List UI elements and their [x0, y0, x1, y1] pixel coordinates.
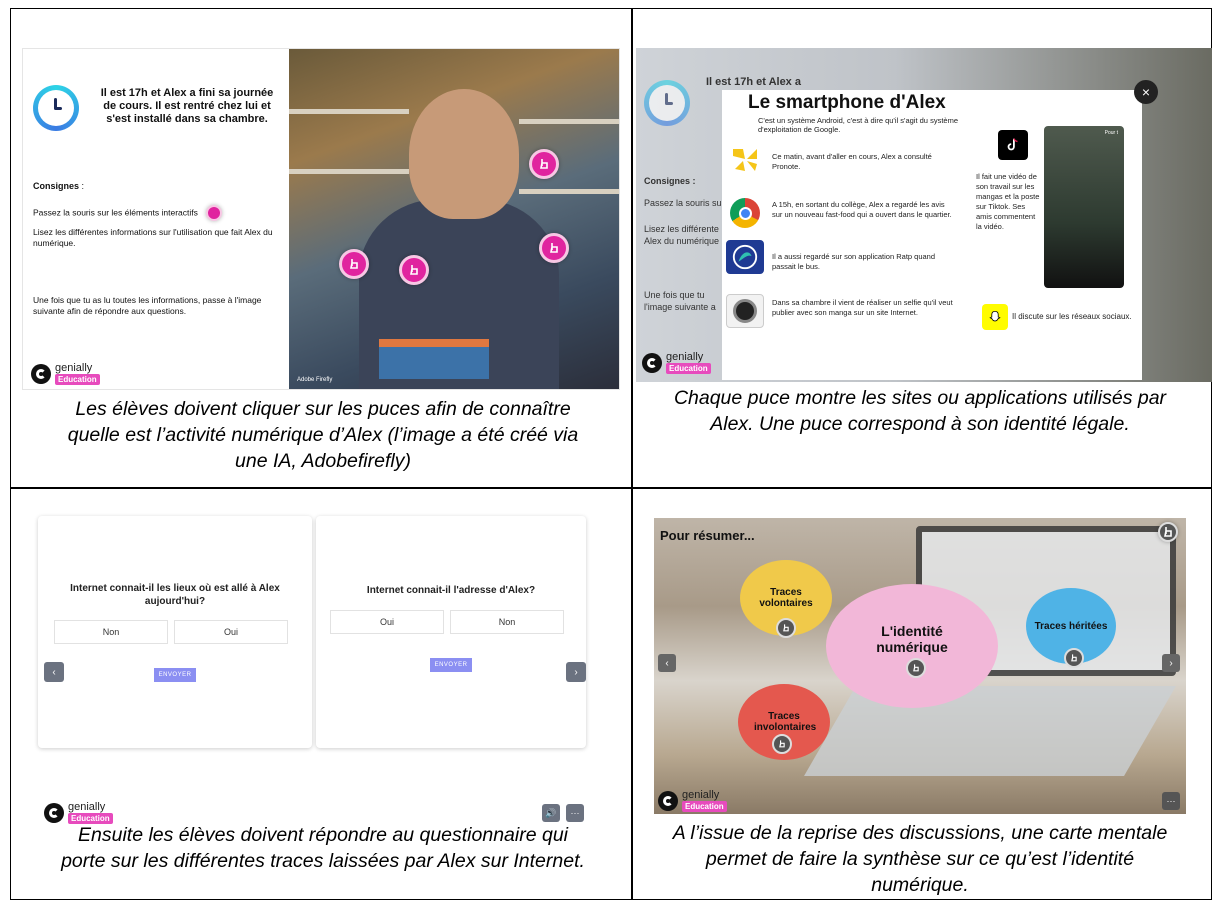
hotspot-icon — [206, 205, 223, 221]
hotspot-button[interactable] — [1064, 648, 1084, 668]
modal-subtitle: C'est un système Android, c'est à dire q… — [758, 116, 958, 134]
slide-title: Il est 17h et Alex a fini sa journée de … — [100, 87, 274, 125]
quiz-question: Internet connait-il les lieux où est all… — [70, 583, 280, 607]
sound-icon[interactable]: 🔊 — [542, 804, 560, 822]
alex-photo: Adobe Firefly — [289, 49, 619, 389]
hotspot-button[interactable] — [776, 618, 796, 638]
hotspot-button-shoulder[interactable] — [539, 233, 569, 263]
books-stack — [379, 339, 489, 379]
clock-icon — [644, 80, 690, 126]
answer-option[interactable]: Non — [450, 610, 564, 634]
caption-panel-3: Ensuite les élèves doivent répondre au q… — [61, 824, 585, 872]
genially-logo: genially Education — [658, 790, 727, 812]
answer-option[interactable]: Oui — [174, 620, 288, 644]
item-ratp: Il a aussi regardé sur son application R… — [772, 252, 936, 271]
table-divider-horizontal — [11, 487, 1211, 489]
slide-text-area: Il est 17h et Alex a fini sa journée de … — [23, 49, 289, 389]
bg-line: Consignes : — [644, 176, 696, 186]
photo-credit: Adobe Firefly — [898, 370, 934, 376]
tiktok-phone-screenshot: Pour t — [1044, 126, 1124, 288]
hotspot-button-phone[interactable] — [399, 255, 429, 285]
quiz-question: Internet connait-il l'adresse d'Alex? — [366, 585, 536, 596]
caption-panel-1: Les élèves doivent cliquer sur les puces… — [67, 398, 579, 472]
item-selfie: Dans sa chambre il vient de réaliser un … — [772, 298, 953, 317]
mindmap-title: Pour résumer... — [660, 528, 755, 543]
close-modal-button[interactable]: × — [1134, 80, 1158, 104]
quiz-card-address: Internet connait-il l'adresse d'Alex? Ou… — [316, 516, 586, 748]
bg-line: Passez la souris su — [644, 198, 722, 208]
ratp-icon — [726, 240, 764, 274]
next-button[interactable]: › — [1162, 654, 1180, 672]
item-tiktok: Il fait une vidéo de son travail sur les… — [976, 172, 1040, 231]
photo-credit: Adobe Firefly — [297, 377, 333, 383]
bg-line: Alex du numérique — [644, 236, 720, 246]
screenshot-mind-map: Pour résumer... Traces volontaires L'ide… — [654, 518, 1186, 814]
instruction-hover: Passez la souris sur les éléments intera… — [33, 205, 283, 221]
answer-option[interactable]: Non — [54, 620, 168, 644]
chrome-icon — [726, 196, 764, 230]
screenshot-quiz: Internet connait-il les lieux où est all… — [22, 512, 620, 824]
send-button[interactable]: ENVOYER — [154, 668, 196, 682]
next-button[interactable]: › — [566, 662, 586, 682]
send-button[interactable]: ENVOYER — [430, 658, 472, 672]
genially-logo: genially Education — [31, 363, 100, 385]
answer-option[interactable]: Oui — [330, 610, 444, 634]
genially-logo: genially Education — [44, 802, 113, 824]
hotspot-button-headphones[interactable] — [529, 149, 559, 179]
table-divider-vertical — [631, 9, 633, 899]
screenshot-alex-room: Il est 17h et Alex a fini sa journée de … — [22, 48, 620, 390]
previous-button[interactable]: ‹ — [658, 654, 676, 672]
caption-panel-4: A l’issue de la reprise des discussions,… — [672, 822, 1168, 896]
pronote-icon — [726, 142, 764, 176]
hotspot-button[interactable] — [772, 734, 792, 754]
node-identite-numerique: L'identité numérique — [826, 584, 998, 708]
hotspot-button-laptop[interactable] — [339, 249, 369, 279]
caption-panel-2: Chaque puce montre les sites ou applicat… — [673, 387, 1167, 435]
instruction-read: Lisez les différentes informations sur l… — [33, 227, 273, 248]
bg-line: l'image suivante a — [644, 302, 716, 312]
more-options-button[interactable]: ··· — [1162, 792, 1180, 810]
clock-icon — [33, 85, 79, 131]
item-fastfood: A 15h, en sortant du collège, Alex a reg… — [772, 200, 952, 219]
screenshot-smartphone-modal: Il est 17h et Alex a Consignes : Passez … — [636, 48, 1212, 382]
item-snapchat: Il discute sur les réseaux sociaux. — [1012, 312, 1132, 321]
hotspot-button[interactable] — [906, 658, 926, 678]
quiz-card-places: Internet connait-il les lieux où est all… — [38, 516, 312, 748]
modal-title: Le smartphone d'Alex — [748, 92, 946, 113]
bg-line: Lisez les différente — [644, 224, 719, 234]
camera-icon — [726, 294, 764, 328]
laptop-keyboard — [804, 686, 1176, 776]
info-hotspot-button[interactable] — [1158, 522, 1178, 542]
smartphone-modal: Le smartphone d'Alex C'est un système An… — [722, 90, 1142, 380]
snapchat-icon — [982, 304, 1008, 330]
more-options-button[interactable]: ··· — [566, 804, 584, 822]
bg-line: Une fois que tu — [644, 290, 705, 300]
instruction-next: Une fois que tu as lu toutes les informa… — [33, 295, 262, 316]
boy-face — [409, 89, 519, 219]
item-pronote: Ce matin, avant d'aller en cours, Alex a… — [772, 152, 932, 171]
bg-slide-title: Il est 17h et Alex a — [706, 76, 801, 88]
tiktok-icon — [998, 130, 1028, 160]
genially-logo: genially Education — [642, 352, 711, 374]
consignes-heading: Consignes : — [33, 181, 85, 191]
previous-button[interactable]: ‹ — [44, 662, 64, 682]
